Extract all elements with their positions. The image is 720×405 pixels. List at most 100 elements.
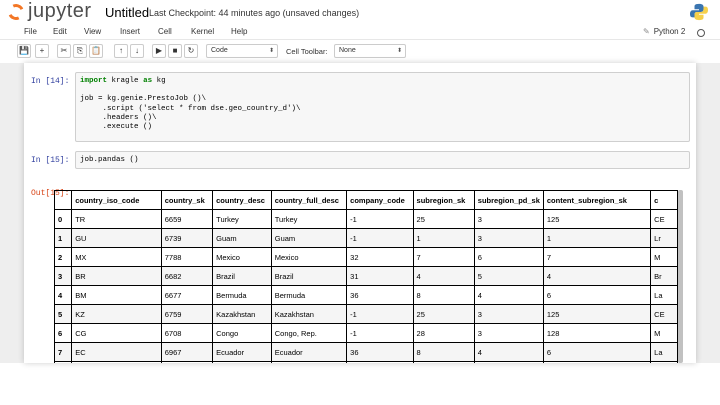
table-cell: 3 [473, 228, 544, 248]
column-header: content_subregion_sk [542, 190, 652, 210]
table-cell: Turkey [270, 209, 348, 229]
table-row: 3 BR 6682 Brazil Brazil 31 4 5 4 Br [54, 266, 678, 286]
code-keyword-import: import [80, 77, 108, 85]
table-cell: 6759 [160, 304, 214, 324]
table-cell: 8 [412, 285, 475, 305]
row-index-cell: 4 [54, 285, 73, 305]
table-cell: 8 [412, 342, 475, 362]
edit-mode-icon: ✎ [643, 27, 650, 36]
menu-help[interactable]: Help [231, 27, 247, 36]
copy-button[interactable]: ⎘ [73, 44, 87, 58]
table-cell: 27 [412, 361, 475, 363]
table-cell: Turkey [212, 209, 272, 229]
table-cell: 6708 [160, 323, 214, 343]
code-line: kg [156, 77, 166, 85]
arrow-down-icon: ↓ [135, 46, 139, 55]
table-cell: 1 [542, 228, 652, 248]
paste-icon: 📋 [91, 46, 101, 55]
cell-14-code: import kragle as kg job = kg.genie.Prest… [80, 77, 301, 132]
row-index-cell: 5 [54, 304, 73, 324]
row-index-cell: 0 [54, 209, 73, 229]
checkpoint-status: Last Checkpoint: 44 minutes ago (unsaved… [149, 8, 360, 18]
row-index-cell: 3 [54, 266, 73, 286]
cell-14-prompt: In [14]: [31, 77, 70, 86]
table-cell: 31 [346, 266, 414, 286]
table-cell: Br [650, 266, 678, 286]
table-cell: 6 [542, 285, 652, 305]
save-button[interactable]: 💾 [17, 44, 31, 58]
table-cell: 7 [542, 247, 652, 267]
kernel-name: Python 2 [653, 27, 686, 36]
menu-cell[interactable]: Cell [158, 27, 172, 36]
stop-button[interactable]: ■ [168, 44, 182, 58]
table-cell: 1 [412, 228, 475, 248]
table-cell: -1 [346, 361, 414, 363]
column-header: country_desc [212, 190, 272, 210]
notebook-header: jupyter Untitled Last Checkpoint: 44 min… [0, 0, 720, 24]
kernel-indicator: ✎ Python 2 [643, 27, 685, 36]
cell-15-input[interactable]: job.pandas () [75, 151, 690, 169]
table-cell: OM [71, 361, 162, 363]
table-cell: M [650, 323, 678, 343]
table-cell: 28 [412, 323, 475, 343]
table-cell: 25 [412, 209, 475, 229]
menu-kernel[interactable]: Kernel [191, 27, 214, 36]
table-cell: 6739 [160, 228, 214, 248]
table-row: 2 MX 7788 Mexico Mexico 32 7 6 7 M [54, 247, 678, 267]
row-index-cell: 2 [54, 247, 73, 267]
cell-14-input[interactable]: import kragle as kg job = kg.genie.Prest… [75, 72, 690, 142]
paste-button[interactable]: 📋 [89, 44, 103, 58]
move-down-button[interactable]: ↓ [130, 44, 144, 58]
table-cell: CE [650, 304, 678, 324]
cell-type-select[interactable]: Code ⬍ [206, 44, 278, 58]
table-cell: 5 [473, 266, 544, 286]
table-row: 7 EC 6967 Ecuador Ecuador 36 8 4 6 La [54, 342, 678, 362]
select-caret-icon: ⬍ [268, 48, 274, 54]
cell-toolbar-select[interactable]: None ⬍ [334, 44, 406, 58]
table-cell: 4 [542, 266, 652, 286]
menu-edit[interactable]: Edit [53, 27, 67, 36]
restart-button[interactable]: ↻ [184, 44, 198, 58]
table-cell: -1 [346, 304, 414, 324]
menu-insert[interactable]: Insert [120, 27, 140, 36]
cut-button[interactable]: ✂ [57, 44, 71, 58]
code-line: .headers ()\ [80, 113, 157, 122]
code-line: kragle [111, 77, 139, 85]
menu-view[interactable]: View [84, 27, 101, 36]
table-cell: BM [71, 285, 162, 305]
jupyter-logo[interactable]: jupyter [5, 0, 104, 23]
table-cell: Ecuador [270, 342, 348, 362]
table-cell: Bermuda [212, 285, 272, 305]
cell-toolbar-label: Cell Toolbar: [286, 47, 328, 56]
table-cell: KZ [71, 304, 162, 324]
table-row: 4 BM 6677 Bermuda Bermuda 36 8 4 6 La [54, 285, 678, 305]
table-cell: 3 [473, 209, 544, 229]
notebook-area: In [14]: import kragle as kg job = kg.ge… [0, 63, 720, 363]
insert-cell-button[interactable]: + [35, 44, 49, 58]
table-cell: Kazakhstan [270, 304, 348, 324]
column-header: subregion_pd_sk [473, 190, 544, 210]
table-cell: -1 [346, 228, 414, 248]
logo-text: jupyter [28, 0, 92, 22]
move-up-button[interactable]: ↑ [114, 44, 128, 58]
table-cell: 6807 [160, 361, 214, 363]
output-scrollbar[interactable] [678, 190, 683, 363]
table-cell: 128 [542, 323, 652, 343]
cell-toolbar-value: None [339, 47, 356, 54]
jupyter-logo-icon [5, 1, 27, 23]
row-index-cell: 6 [54, 323, 73, 343]
restart-icon: ↻ [187, 46, 195, 55]
menu-file[interactable]: File [24, 27, 37, 36]
table-cell: 6659 [160, 209, 214, 229]
table-cell: 3 [473, 304, 544, 324]
run-button[interactable]: ▶ [152, 44, 166, 58]
select-caret-icon: ⬍ [396, 48, 402, 54]
python-logo-icon [690, 3, 708, 21]
table-cell: 6967 [160, 342, 214, 362]
table-cell: 7 [412, 247, 475, 267]
column-header: c [650, 190, 678, 210]
notebook-title[interactable]: Untitled [105, 5, 149, 20]
table-cell: CG [71, 323, 162, 343]
table-row: 6 CG 6708 Congo Congo, Rep. -1 28 3 128 M [54, 323, 678, 343]
table-cell: -1 [346, 323, 414, 343]
